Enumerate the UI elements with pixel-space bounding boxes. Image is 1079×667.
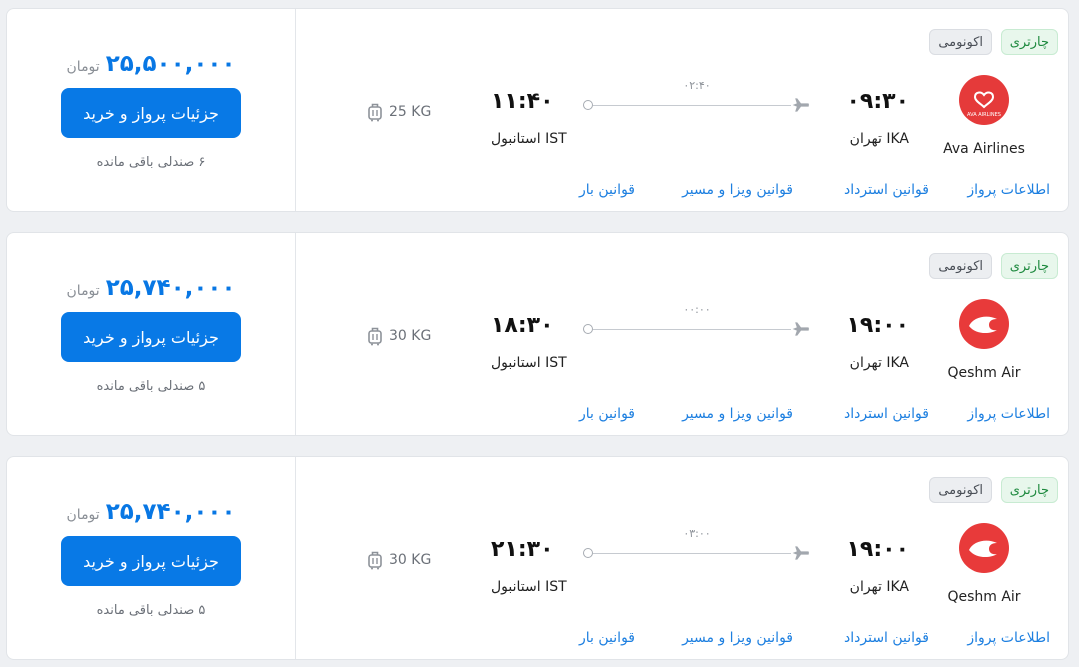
price-currency: تومان (66, 507, 100, 523)
seats-remaining: ۶ صندلی باقی مانده (96, 155, 206, 170)
visa-rules-link[interactable]: قوانین ویزا و مسیر (682, 630, 793, 646)
flight-duration: ۰۳:۰۰ (683, 527, 711, 540)
qeshm-air-logo (959, 299, 1009, 349)
departure-time: ۰۹:۳۰ (846, 89, 909, 114)
baggage-rules-link[interactable]: قوانین بار (579, 630, 635, 646)
arrival-city: استانبول IST (491, 131, 567, 147)
price-amount: ۲۵,۷۴۰,۰۰۰ (105, 499, 236, 525)
route-end-dot (583, 324, 593, 334)
refund-rules-link[interactable]: قوانین استرداد (844, 630, 929, 646)
price-currency: تومان (66, 59, 100, 75)
luggage-icon (368, 551, 382, 570)
baggage-allowance: 30 KG (367, 550, 431, 570)
arrival-time: ۲۱:۳۰ (491, 537, 554, 562)
price-amount: ۲۵,۵۰۰,۰۰۰ (105, 51, 236, 77)
route-line (593, 329, 791, 330)
flight-links: اطلاعات پرواز قوانین استرداد قوانین ویزا… (7, 182, 1070, 202)
airplane-icon (792, 98, 810, 112)
flight-details-buy-button[interactable]: جزئیات پرواز و خرید (61, 536, 241, 586)
seats-remaining: ۵ صندلی باقی مانده (96, 379, 206, 394)
qeshm-air-logo-icon (959, 523, 1009, 573)
card-divider (295, 9, 296, 211)
cabin-class-badge: اکونومی (929, 253, 992, 279)
arrival-time: ۱۱:۴۰ (491, 89, 554, 114)
price-row: ۲۵,۷۴۰,۰۰۰ تومان (7, 275, 295, 301)
baggage-allowance: 25 KG (367, 102, 431, 122)
baggage-weight: 25 KG (389, 104, 432, 120)
route-end-dot (583, 100, 593, 110)
price-row: ۲۵,۷۴۰,۰۰۰ تومان (7, 499, 295, 525)
flight-links: اطلاعات پرواز قوانین استرداد قوانین ویزا… (7, 630, 1070, 650)
airline-name: Qeshm Air (947, 589, 1021, 605)
flight-info-link[interactable]: اطلاعات پرواز (967, 182, 1050, 198)
charter-badge: چارتری (1000, 29, 1058, 55)
airline-name: Ava Airlines (943, 141, 1025, 157)
airplane-icon (792, 546, 810, 560)
flight-card: ۲۵,۷۴۰,۰۰۰ تومان جزئیات پرواز و خرید ۵ صن… (6, 232, 1069, 436)
departure-city: تهران IKA (849, 131, 909, 147)
flight-links: اطلاعات پرواز قوانین استرداد قوانین ویزا… (7, 406, 1070, 426)
visa-rules-link[interactable]: قوانین ویزا و مسیر (682, 182, 793, 198)
charter-badge: چارتری (1000, 477, 1058, 503)
charter-badge: چارتری (1000, 253, 1058, 279)
route-line (593, 553, 791, 554)
baggage-allowance: 30 KG (367, 326, 431, 346)
baggage-rules-link[interactable]: قوانین بار (579, 406, 635, 422)
svg-text:AVA AIRLINES: AVA AIRLINES (967, 112, 1001, 118)
arrival-city: استانبول IST (491, 579, 567, 595)
flight-info-link[interactable]: اطلاعات پرواز (967, 630, 1050, 646)
flight-card: ۲۵,۵۰۰,۰۰۰ تومان جزئیات پرواز و خرید ۶ صن… (6, 8, 1069, 212)
ava-heart-logo-icon: AVA AIRLINES (959, 75, 1009, 125)
flight-info-link[interactable]: اطلاعات پرواز (967, 406, 1050, 422)
flight-duration: ۰۰:۰۰ (683, 303, 711, 316)
refund-rules-link[interactable]: قوانین استرداد (844, 182, 929, 198)
flight-details-buy-button[interactable]: جزئیات پرواز و خرید (61, 312, 241, 362)
luggage-icon (368, 327, 382, 346)
card-divider (295, 457, 296, 659)
flight-card: ۲۵,۷۴۰,۰۰۰ تومان جزئیات پرواز و خرید ۵ صن… (6, 456, 1069, 660)
qeshm-air-logo (959, 523, 1009, 573)
flight-duration: ۰۲:۴۰ (683, 79, 711, 92)
visa-rules-link[interactable]: قوانین ویزا و مسیر (682, 406, 793, 422)
cabin-class-badge: اکونومی (929, 477, 992, 503)
departure-city: تهران IKA (849, 579, 909, 595)
route-end-dot (583, 548, 593, 558)
route-line (593, 105, 791, 106)
ava-airlines-logo: AVA AIRLINES (959, 75, 1009, 125)
airline-name: Qeshm Air (947, 365, 1021, 381)
arrival-city: استانبول IST (491, 355, 567, 371)
baggage-weight: 30 KG (389, 552, 432, 568)
price-row: ۲۵,۵۰۰,۰۰۰ تومان (7, 51, 295, 77)
departure-time: ۱۹:۰۰ (846, 313, 909, 338)
cabin-class-badge: اکونومی (929, 29, 992, 55)
refund-rules-link[interactable]: قوانین استرداد (844, 406, 929, 422)
card-divider (295, 233, 296, 435)
flight-details-buy-button[interactable]: جزئیات پرواز و خرید (61, 88, 241, 138)
qeshm-air-logo-icon (959, 299, 1009, 349)
luggage-icon (368, 103, 382, 122)
price-amount: ۲۵,۷۴۰,۰۰۰ (105, 275, 236, 301)
seats-remaining: ۵ صندلی باقی مانده (96, 603, 206, 618)
departure-time: ۱۹:۰۰ (846, 537, 909, 562)
arrival-time: ۱۸:۳۰ (491, 313, 554, 338)
airplane-icon (792, 322, 810, 336)
departure-city: تهران IKA (849, 355, 909, 371)
baggage-rules-link[interactable]: قوانین بار (579, 182, 635, 198)
baggage-weight: 30 KG (389, 328, 432, 344)
price-currency: تومان (66, 283, 100, 299)
